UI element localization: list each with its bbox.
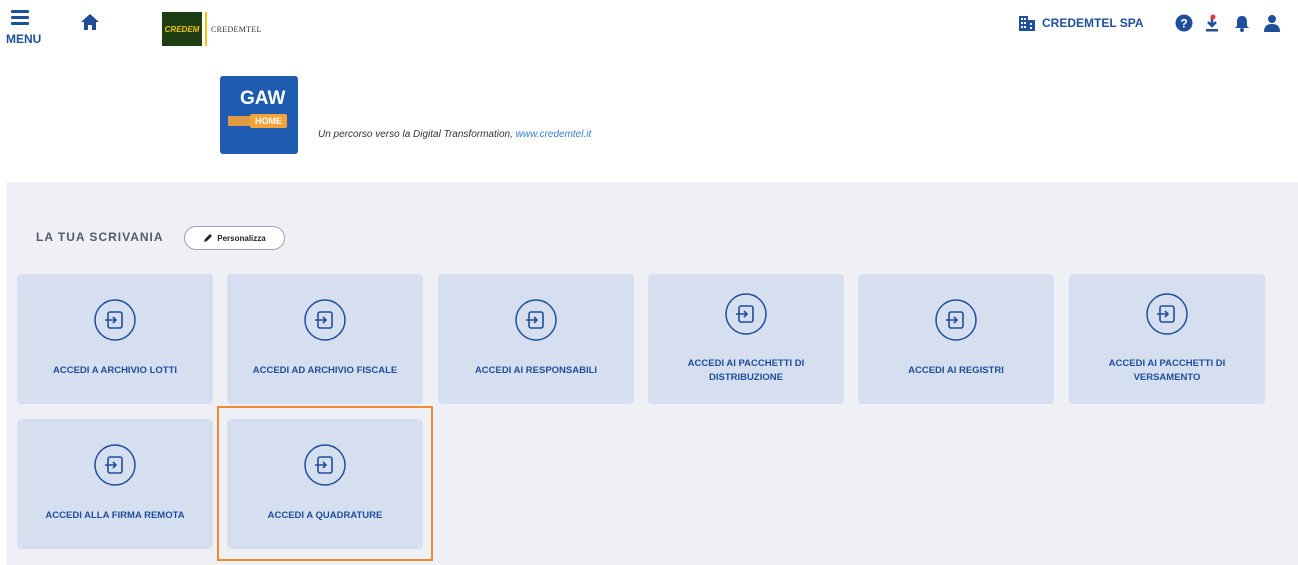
credemtel-link[interactable]: www.credemtel.it — [516, 129, 592, 140]
pencil-icon — [204, 234, 213, 242]
tile-label: ACCEDI AI PACCHETTI DI DISTRIBUZIONE — [687, 358, 805, 383]
tile-pacchetti-versamento[interactable]: ACCEDI AI PACCHETTI DI VERSAMENTO — [1069, 274, 1265, 404]
svg-text:?: ? — [1180, 17, 1187, 31]
tile-label: ACCEDI AI PACCHETTI DI VERSAMENTO — [1108, 358, 1226, 383]
tile-registri[interactable]: ACCEDI AI REGISTRI — [858, 274, 1054, 404]
tile-firma-remota[interactable]: ACCEDI ALLA FIRMA REMOTA — [17, 419, 213, 549]
menu-icon — [11, 10, 29, 28]
tagline-text: Un percorso verso la Digital Transformat… — [318, 129, 516, 140]
bell-icon[interactable] — [1233, 14, 1251, 32]
enter-icon — [725, 293, 767, 335]
desk-title: LA TUA SCRIVANIA — [36, 230, 164, 244]
tile-quadrature[interactable]: ACCEDI A QUADRATURE — [227, 419, 423, 549]
tile-archivio-fiscale[interactable]: ACCEDI AD ARCHIVIO FISCALE — [227, 274, 423, 404]
gaw-home-logo: GAW HOME — [220, 76, 298, 154]
enter-icon — [304, 299, 346, 341]
enter-icon — [1146, 293, 1188, 335]
building-icon — [1019, 16, 1035, 31]
personalize-label: Personalizza — [217, 233, 266, 243]
company-name: CREDEMTEL SPA — [1042, 16, 1144, 30]
tile-label: ACCEDI AI REGISTRI — [908, 365, 1004, 376]
credem-logo: CREDEM — [162, 12, 202, 46]
tile-archivio-lotti[interactable]: ACCEDI A ARCHIVIO LOTTI — [17, 274, 213, 404]
brand-separator — [205, 12, 207, 46]
user-icon[interactable] — [1263, 14, 1281, 32]
home-icon[interactable] — [80, 12, 100, 32]
enter-icon — [304, 444, 346, 486]
brand-name: CREDEMTEL — [211, 25, 262, 34]
tagline: Un percorso verso la Digital Transformat… — [318, 129, 591, 140]
tile-label: ACCEDI A ARCHIVIO LOTTI — [52, 365, 178, 376]
tile-label: ACCEDI AD ARCHIVIO FISCALE — [252, 365, 398, 376]
menu-button[interactable]: MENU — [6, 6, 42, 50]
enter-icon — [935, 299, 977, 341]
tile-label: ACCEDI AI RESPONSABILI — [474, 365, 598, 376]
tile-pacchetti-distribuzione[interactable]: ACCEDI AI PACCHETTI DI DISTRIBUZIONE — [648, 274, 844, 404]
company-selector[interactable]: CREDEMTEL SPA — [1018, 14, 1144, 32]
tile-label: ACCEDI A QUADRATURE — [267, 510, 383, 521]
enter-icon — [94, 299, 136, 341]
top-header: MENU CREDEM CREDEMTEL CREDEMTEL SPA ? — [0, 0, 1298, 62]
personalize-button[interactable]: Personalizza — [184, 226, 285, 250]
enter-icon — [94, 444, 136, 486]
menu-label: MENU — [6, 32, 42, 46]
tile-label: ACCEDI ALLA FIRMA REMOTA — [45, 510, 185, 521]
enter-icon — [515, 299, 557, 341]
tile-responsabili[interactable]: ACCEDI AI RESPONSABILI — [438, 274, 634, 404]
help-icon[interactable]: ? — [1175, 14, 1193, 32]
download-icon[interactable] — [1203, 14, 1221, 32]
